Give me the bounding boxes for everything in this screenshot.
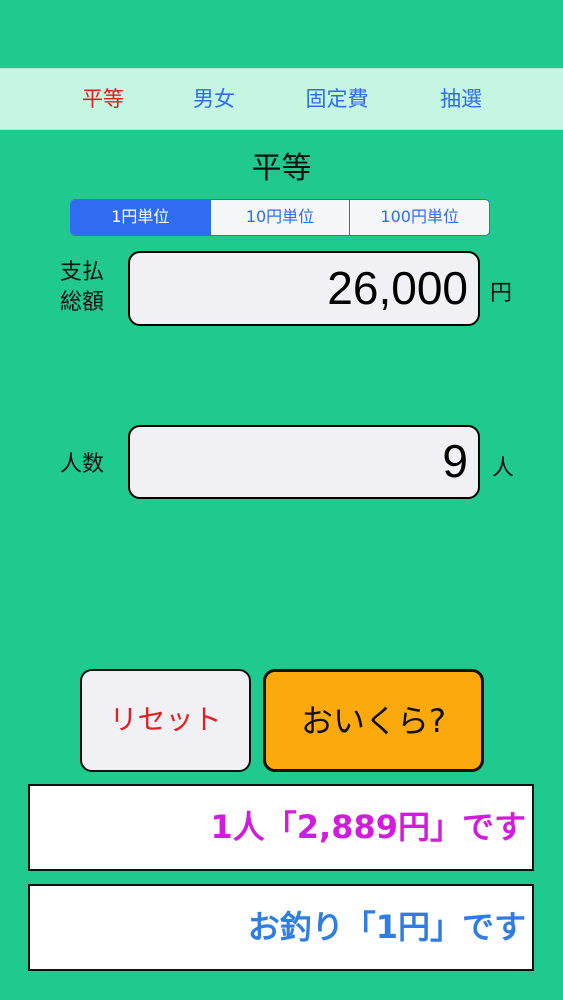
calculate-button[interactable]: おいくら? bbox=[263, 669, 484, 772]
unit-option-1yen[interactable]: 1円単位 bbox=[71, 200, 210, 235]
unit-segmented-control: 1円単位 10円単位 100円単位 bbox=[70, 199, 490, 236]
total-amount-label-line1: 支払 bbox=[59, 260, 104, 285]
unit-option-100yen[interactable]: 100円単位 bbox=[349, 200, 489, 235]
reset-button[interactable]: リセット bbox=[80, 669, 251, 772]
total-amount-unit: 円 bbox=[490, 281, 513, 306]
per-person-result: 1人「2,889円」です bbox=[28, 784, 534, 871]
tab-gender[interactable]: 男女 bbox=[193, 69, 235, 129]
people-count-field[interactable]: 9 bbox=[128, 425, 480, 499]
page-title: 平等 bbox=[251, 151, 312, 186]
tab-equal[interactable]: 平等 bbox=[82, 69, 124, 129]
change-result: お釣り「1円」です bbox=[28, 884, 534, 971]
total-amount-label: 支払 総額 bbox=[52, 258, 112, 318]
total-amount-label-line2: 総額 bbox=[59, 290, 104, 315]
tab-bar: 平等 男女 固定費 抽選 bbox=[0, 68, 563, 130]
people-count-label: 人数 bbox=[59, 452, 104, 477]
total-amount-field[interactable]: 26,000 bbox=[128, 251, 480, 326]
tab-lottery[interactable]: 抽選 bbox=[440, 69, 482, 129]
people-count-unit: 人 bbox=[492, 456, 515, 481]
tab-fixed-cost[interactable]: 固定費 bbox=[306, 69, 369, 129]
unit-option-10yen[interactable]: 10円単位 bbox=[209, 200, 350, 235]
